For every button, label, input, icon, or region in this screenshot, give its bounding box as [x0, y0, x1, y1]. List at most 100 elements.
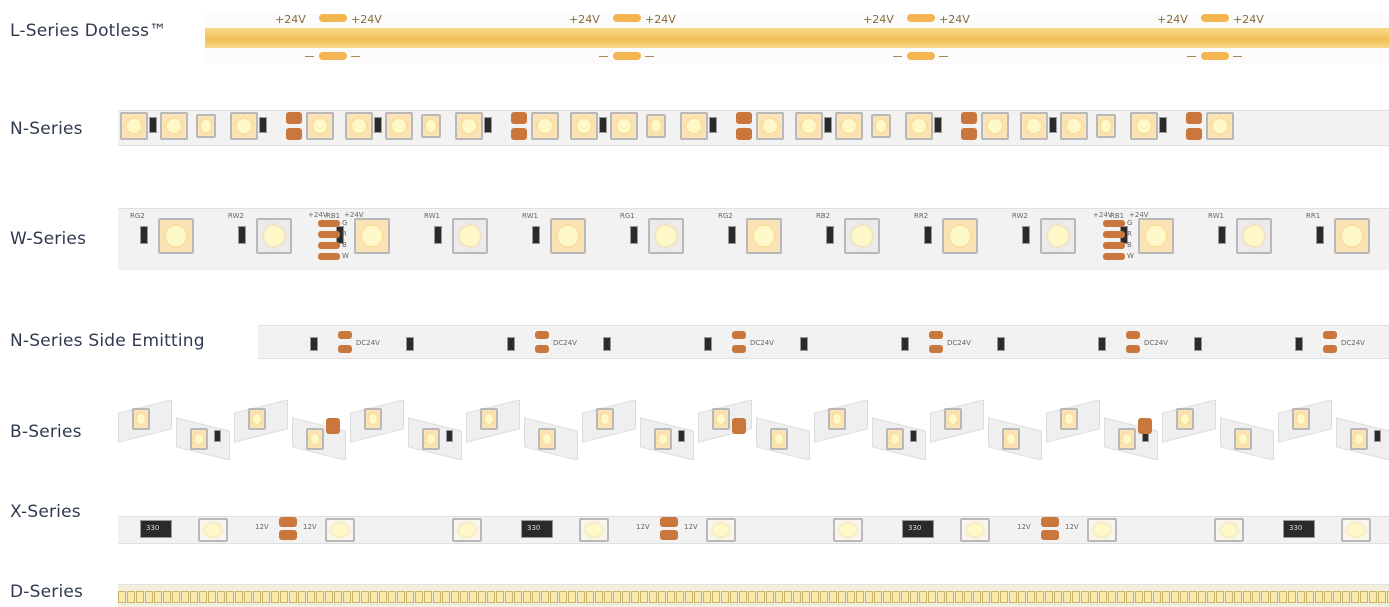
resistor	[728, 226, 736, 244]
mini-led	[973, 591, 981, 603]
copper-pad	[929, 345, 943, 353]
mini-led	[532, 591, 540, 603]
led-chip	[960, 518, 990, 542]
mini-led	[1189, 591, 1197, 603]
led-chip	[1060, 408, 1078, 430]
mini-led	[928, 591, 936, 603]
led-emitter	[911, 118, 927, 134]
mini-led	[766, 591, 774, 603]
led-emitter	[762, 118, 778, 134]
copper-pad	[1323, 345, 1337, 353]
led-emitter	[484, 413, 494, 425]
mini-led	[559, 591, 567, 603]
mini-led	[136, 591, 144, 603]
copper-pad	[660, 517, 678, 527]
mini-led	[1000, 591, 1008, 603]
voltage-mark: 12V	[636, 523, 650, 531]
mini-led	[298, 591, 306, 603]
led-chip	[680, 112, 708, 140]
led-chip	[421, 114, 441, 138]
led-chip	[120, 112, 148, 140]
minus-mark	[305, 56, 314, 57]
series-label-n: N-Series	[10, 119, 83, 139]
mini-led	[388, 591, 396, 603]
led-chip	[455, 112, 483, 140]
resistor	[997, 337, 1005, 351]
mini-led	[937, 591, 945, 603]
led-chip	[1292, 408, 1310, 430]
mini-led	[685, 591, 693, 603]
mini-led	[1180, 591, 1188, 603]
pin-label: B	[1127, 241, 1132, 249]
voltage-mark: +24V	[939, 14, 970, 26]
mini-led	[352, 591, 360, 603]
led-emitter	[1006, 433, 1016, 445]
led-chip	[452, 218, 488, 254]
mini-led	[1333, 591, 1341, 603]
resistor	[140, 226, 148, 244]
led-emitter	[1180, 413, 1190, 425]
led-chip	[325, 518, 355, 542]
copper-pad	[511, 128, 527, 140]
strip-image-n-series	[118, 104, 1389, 150]
mini-led	[343, 591, 351, 603]
voltage-mark: +24V	[1093, 211, 1113, 219]
mini-led	[991, 591, 999, 603]
mini-led	[217, 591, 225, 603]
mini-led	[145, 591, 153, 603]
led-emitter	[1122, 433, 1132, 445]
copper-pad	[338, 345, 352, 353]
mini-led	[262, 591, 270, 603]
voltage-mark: 12V	[303, 523, 317, 531]
mini-led	[1243, 591, 1251, 603]
led-emitter	[852, 226, 872, 246]
mini-led	[1207, 591, 1215, 603]
voltage-mark: +24V	[308, 211, 328, 219]
copper-pad	[732, 418, 746, 434]
mini-led	[1117, 591, 1125, 603]
copper-pad	[286, 112, 302, 124]
led-chip	[712, 408, 730, 430]
copper-pad	[286, 128, 302, 140]
resistor-code: RW1	[1208, 212, 1224, 220]
resistor	[149, 117, 157, 133]
led-chip	[1087, 518, 1117, 542]
resistor	[1374, 430, 1381, 442]
led-emitter	[351, 118, 367, 134]
voltage-mark: 12V	[684, 523, 698, 531]
led-chip	[646, 114, 666, 138]
copper-pad	[338, 331, 352, 339]
resistor	[446, 430, 453, 442]
led-chip	[579, 518, 609, 542]
led-chip	[944, 408, 962, 430]
led-emitter	[136, 413, 146, 425]
led-chip	[550, 218, 586, 254]
led-emitter	[716, 413, 726, 425]
mini-led	[1360, 591, 1368, 603]
mini-led	[1369, 591, 1377, 603]
led-emitter	[1296, 413, 1306, 425]
led-emitter	[616, 118, 632, 134]
resistor	[406, 337, 414, 351]
copper-pad	[929, 331, 943, 339]
mini-led	[307, 591, 315, 603]
mini-led	[946, 591, 954, 603]
mini-led	[703, 591, 711, 603]
mini-led	[856, 591, 864, 603]
mini-led	[694, 591, 702, 603]
copper-pad	[318, 220, 340, 227]
mini-led	[1306, 591, 1314, 603]
mini-led	[712, 591, 720, 603]
mini-led	[424, 591, 432, 603]
mini-led	[181, 591, 189, 603]
mini-led	[955, 591, 963, 603]
copper-pad	[736, 112, 752, 124]
mini-led	[1099, 591, 1107, 603]
strip-image-x-series: 330 12V 12V 330 12V 12V 330 12V 12V 330	[118, 512, 1389, 546]
mini-led	[1072, 591, 1080, 603]
mini-led	[154, 591, 162, 603]
led-chip	[648, 218, 684, 254]
led-emitter	[1348, 524, 1364, 536]
led-emitter	[1212, 118, 1228, 134]
mini-led	[739, 591, 747, 603]
